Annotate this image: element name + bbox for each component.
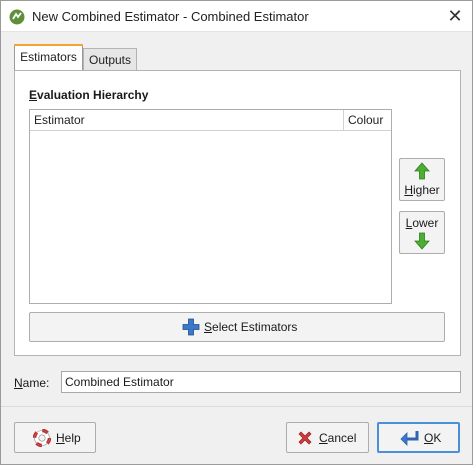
enter-arrow-icon: [400, 431, 419, 446]
estimator-table[interactable]: Estimator Colour: [29, 109, 392, 304]
cancel-button[interactable]: Cancel: [286, 422, 369, 453]
plus-icon: [182, 318, 200, 336]
app-icon: [9, 9, 25, 25]
dialog-window: New Combined Estimator - Combined Estima…: [0, 0, 473, 465]
column-header-estimator[interactable]: Estimator: [34, 113, 85, 127]
higher-button-label: Higher: [404, 183, 440, 197]
table-body[interactable]: [30, 132, 391, 303]
ok-button[interactable]: OK: [377, 422, 460, 453]
evaluation-hierarchy-label: Evaluation Hierarchy: [29, 88, 149, 102]
name-input[interactable]: [61, 371, 461, 393]
lower-button-label: Lower: [405, 216, 439, 230]
column-divider: [343, 110, 344, 131]
select-estimators-button[interactable]: Select Estimators: [29, 312, 445, 342]
footer-divider: [1, 406, 472, 407]
close-button[interactable]: ✕: [443, 5, 467, 27]
window-title: New Combined Estimator - Combined Estima…: [32, 9, 309, 24]
tab-estimators[interactable]: Estimators: [14, 44, 83, 70]
help-button[interactable]: Help: [14, 422, 96, 453]
cancel-x-icon: [298, 431, 312, 445]
column-header-colour[interactable]: Colour: [348, 113, 383, 127]
higher-button[interactable]: Higher: [399, 158, 445, 201]
green-down-arrow-icon: [414, 232, 430, 250]
cancel-button-label: Cancel: [319, 431, 357, 445]
name-label: Name:: [14, 376, 50, 390]
green-up-arrow-icon: [414, 162, 430, 180]
tab-outputs[interactable]: Outputs: [83, 48, 137, 70]
table-header: Estimator Colour: [30, 110, 391, 131]
ok-button-label: OK: [424, 431, 442, 445]
lower-button[interactable]: Lower: [399, 211, 445, 254]
select-estimators-label: Select Estimators: [204, 320, 298, 334]
help-button-label: Help: [56, 431, 81, 445]
title-bar: New Combined Estimator - Combined Estima…: [1, 1, 472, 32]
lifebuoy-icon: [33, 429, 51, 447]
